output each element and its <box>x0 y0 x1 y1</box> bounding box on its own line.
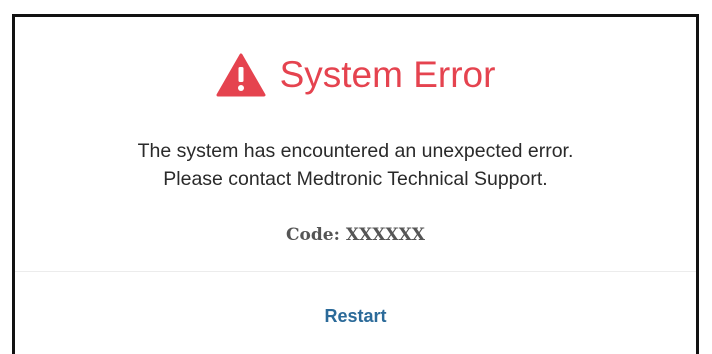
error-code-value: XXXXXX <box>345 225 425 245</box>
dialog-header: System Error <box>15 53 696 97</box>
error-message-line-2: Please contact Medtronic Technical Suppo… <box>163 168 548 190</box>
error-code: Code: XXXXXX <box>15 225 696 245</box>
error-message-line-1: The system has encountered an unexpected… <box>137 140 574 162</box>
warning-triangle-icon <box>216 53 266 97</box>
divider <box>15 271 696 272</box>
error-message: The system has encountered an unexpected… <box>15 137 696 193</box>
error-dialog: System Error The system has encountered … <box>12 14 699 354</box>
restart-button[interactable]: Restart <box>314 302 396 331</box>
error-code-label: Code: <box>286 225 340 245</box>
dialog-title: System Error <box>279 54 496 95</box>
